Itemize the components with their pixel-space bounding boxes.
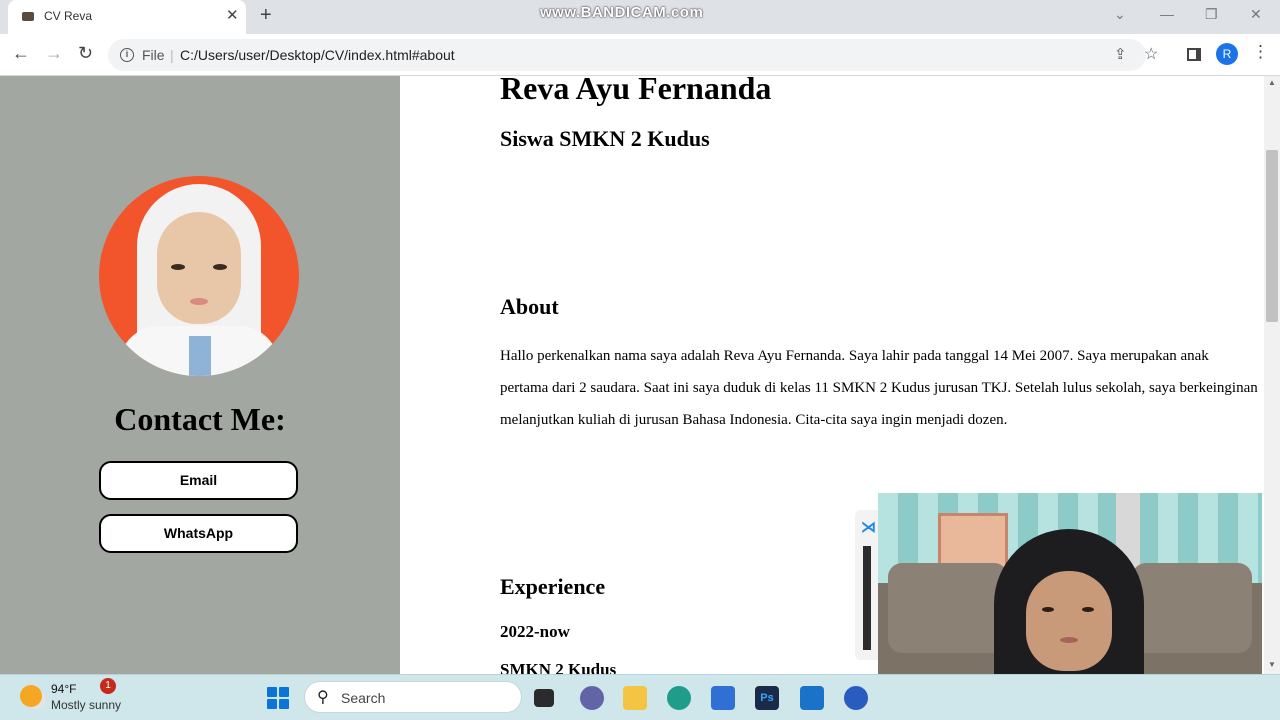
- taskbar-search[interactable]: ⚲ Search: [304, 681, 522, 713]
- scroll-up-arrow-icon[interactable]: ▲: [1268, 78, 1276, 87]
- close-window-button[interactable]: ✕: [1250, 6, 1262, 23]
- tab-close-icon[interactable]: ✕: [226, 6, 239, 24]
- photo-lips: [190, 298, 208, 305]
- new-tab-button[interactable]: +: [260, 4, 272, 27]
- minimize-button[interactable]: —: [1160, 6, 1174, 22]
- weather-temperature: 94°F: [51, 682, 77, 696]
- task-view-icon[interactable]: [534, 689, 554, 707]
- reload-icon[interactable]: ↻: [78, 43, 93, 64]
- recording-watermark: www.BANDICAM.com: [540, 4, 704, 21]
- photo-eye-left: [171, 264, 185, 270]
- file-scheme-label: File: [142, 47, 165, 63]
- weather-description: Mostly sunny: [51, 698, 122, 712]
- address-separator: |: [170, 47, 174, 63]
- contact-title: Contact Me:: [114, 401, 286, 437]
- windows-taskbar: 94°F Mostly sunny 1 ⚲ Search Ps: [0, 674, 1280, 720]
- tab-title: CV Reva: [44, 9, 93, 23]
- profile-avatar[interactable]: R: [1216, 43, 1238, 65]
- experience-year: 2022-now: [500, 622, 570, 641]
- back-arrow-icon[interactable]: ←: [12, 43, 30, 64]
- person-name: Reva Ayu Fernanda: [500, 76, 772, 106]
- restore-button[interactable]: ❐: [1205, 6, 1218, 23]
- share-icon[interactable]: ⇪: [1114, 45, 1127, 63]
- cv-sidebar: Contact Me: Email WhatsApp: [0, 76, 400, 674]
- address-bar[interactable]: i File | C:/Users/user/Desktop/CV/index.…: [108, 39, 1158, 71]
- file-explorer-icon[interactable]: [623, 686, 647, 710]
- url-text[interactable]: C:/Users/user/Desktop/CV/index.html#abou…: [180, 47, 455, 63]
- photo-eye-right: [213, 264, 227, 270]
- photo-face: [157, 212, 241, 324]
- photo-tie: [189, 336, 211, 376]
- edge-icon[interactable]: [667, 686, 691, 710]
- experience-heading: Experience: [500, 574, 606, 599]
- scroll-down-arrow-icon[interactable]: ▼: [1268, 660, 1276, 669]
- tab-search-chevron-icon[interactable]: ⌄: [1114, 6, 1126, 23]
- bookmark-star-icon[interactable]: ☆: [1144, 44, 1158, 64]
- profile-photo: [99, 176, 299, 376]
- about-paragraph: Hallo perkenalkan nama saya adalah Reva …: [500, 348, 1258, 428]
- search-icon: ⚲: [317, 689, 329, 706]
- side-panel-icon[interactable]: [1187, 48, 1201, 61]
- store-icon[interactable]: [711, 686, 735, 710]
- tab-strip: CV Reva ✕ + www.BANDICAM.com ⌄ — ❐ ✕: [0, 0, 1280, 34]
- whatsapp-button[interactable]: WhatsApp: [99, 514, 298, 553]
- email-button[interactable]: Email: [99, 461, 298, 500]
- experience-school: SMKN 2 Kudus: [500, 660, 617, 674]
- vscode-icon: ⋊: [861, 519, 876, 536]
- mail-icon[interactable]: [800, 686, 824, 710]
- webcam-lips: [1060, 637, 1078, 643]
- forward-arrow-icon[interactable]: →: [45, 43, 63, 64]
- search-placeholder: Search: [341, 690, 386, 706]
- tab-favicon-icon: [22, 12, 34, 21]
- webcam-eye-right: [1082, 607, 1094, 612]
- tab-cv-reva[interactable]: CV Reva ✕: [8, 0, 246, 34]
- person-role: Siswa SMKN 2 Kudus: [500, 126, 710, 151]
- chat-icon[interactable]: [580, 686, 604, 710]
- webcam-cushion-right: [1132, 563, 1252, 653]
- scroll-thumb[interactable]: [1266, 150, 1278, 322]
- start-windows-icon[interactable]: [267, 687, 289, 709]
- webcam-cushion-left: [888, 563, 1008, 653]
- webcam-eye-left: [1042, 607, 1054, 612]
- about-heading: About: [500, 294, 559, 319]
- browser-menu-icon[interactable]: ⋮: [1252, 42, 1269, 62]
- notification-badge: 1: [100, 678, 116, 694]
- app-icon[interactable]: [844, 686, 868, 710]
- page-scrollbar[interactable]: ▲ ▼: [1264, 76, 1280, 674]
- browser-toolbar: ← → ↻ i File | C:/Users/user/Desktop/CV/…: [0, 34, 1280, 76]
- photoshop-icon[interactable]: Ps: [755, 686, 779, 710]
- site-info-icon[interactable]: i: [120, 48, 134, 62]
- vscode-editor-strip: [863, 546, 871, 650]
- webcam-person-face: [1026, 571, 1112, 671]
- weather-sun-icon: [20, 685, 42, 707]
- vscode-window-peek[interactable]: ⋊: [855, 510, 879, 660]
